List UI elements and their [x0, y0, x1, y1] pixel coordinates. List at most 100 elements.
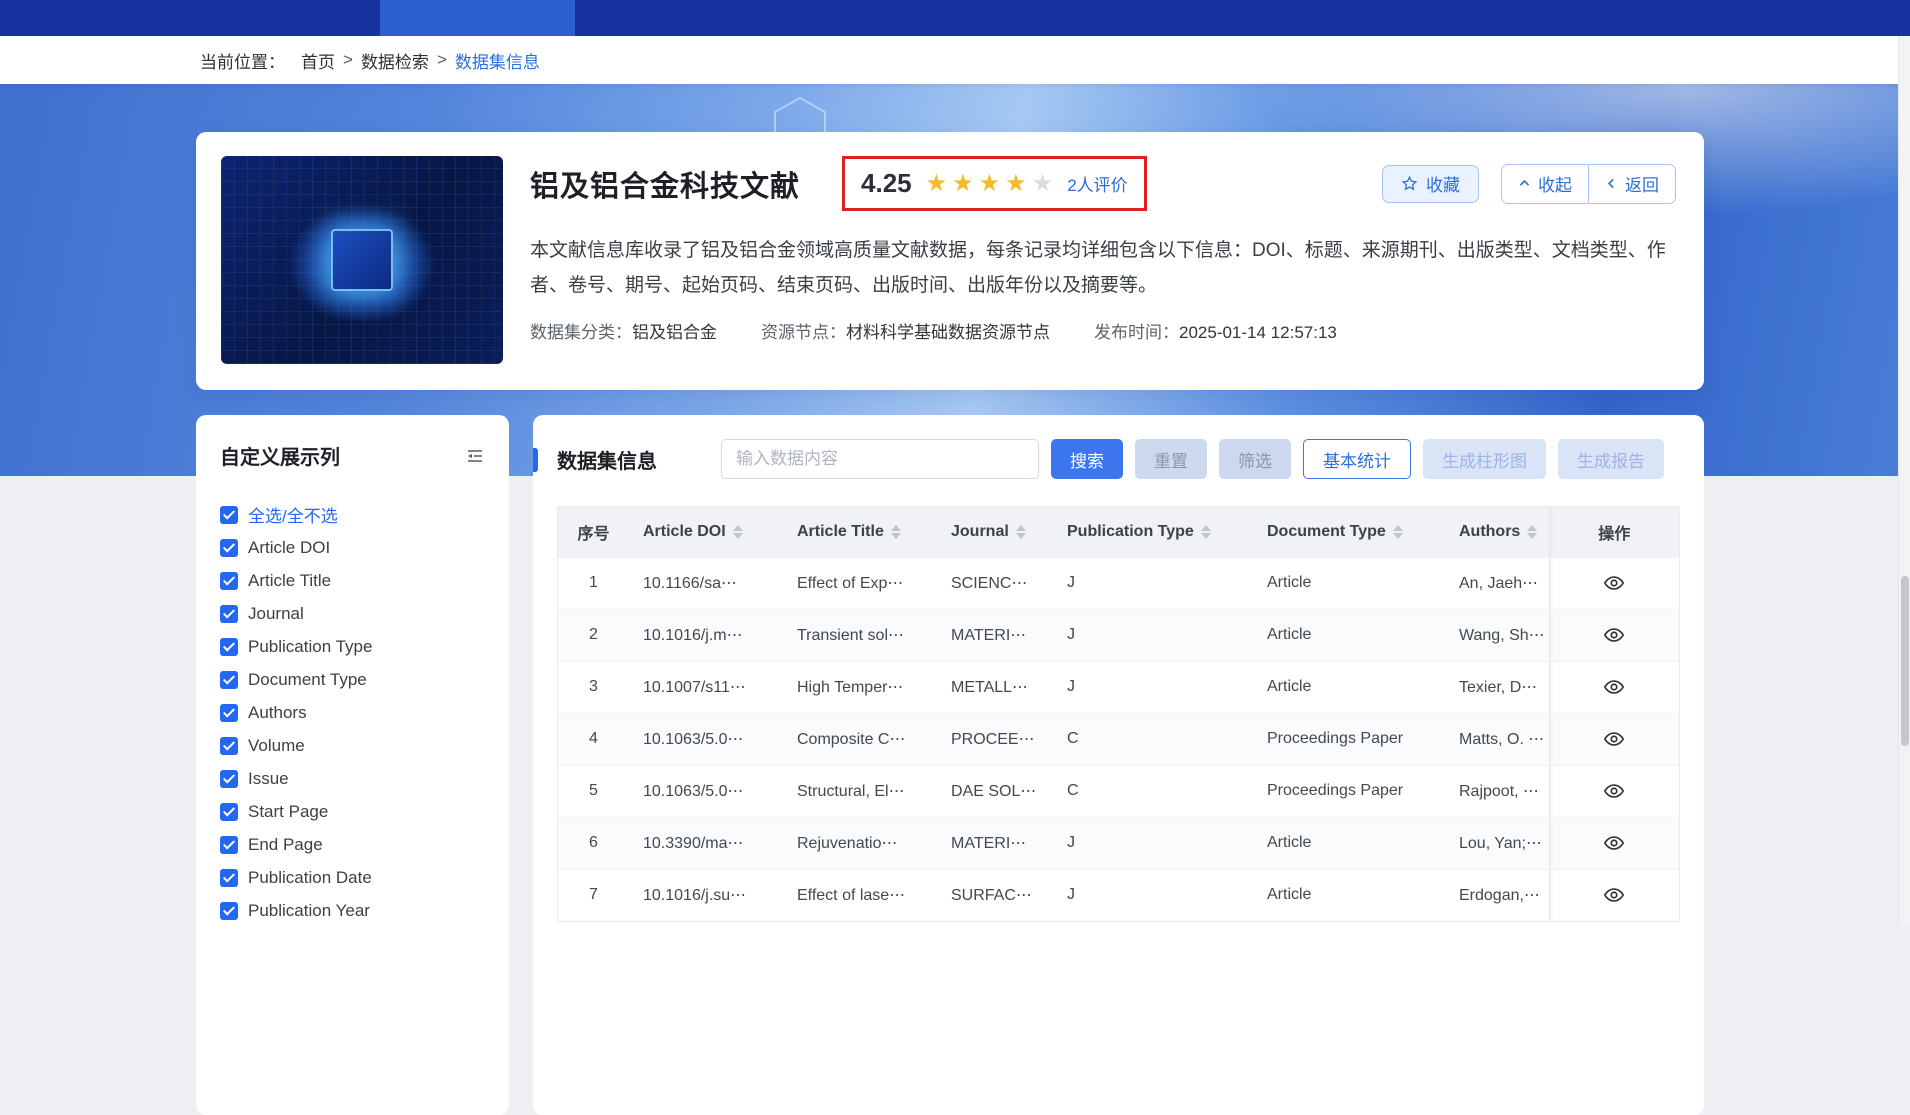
checkbox-checked-icon[interactable] — [220, 638, 238, 656]
cell-document-type: Article — [1253, 557, 1445, 609]
star-icon: ★ — [952, 172, 974, 196]
cell-index: 7 — [558, 869, 629, 921]
dataset-meta: 数据集分类：铝及铝合金 资源节点：材料科学基础数据资源节点 发布时间：2025-… — [530, 318, 1676, 343]
view-detail-button[interactable] — [1603, 572, 1625, 594]
cell-authors: Matts, O. ⋯ — [1445, 713, 1549, 765]
column-header-actions: 操作 — [1549, 507, 1679, 557]
cell-publication-type: C — [1053, 765, 1253, 817]
checkbox-checked-icon[interactable] — [220, 902, 238, 920]
collapse-back-group: 收起 返回 — [1501, 164, 1676, 204]
page-scrollbar-track[interactable] — [1898, 36, 1910, 923]
checkbox-row-volume[interactable]: Volume — [220, 729, 485, 762]
cell-authors: Erdogan,⋯ — [1445, 869, 1549, 921]
checkbox-row-journal[interactable]: Journal — [220, 597, 485, 630]
sort-icon[interactable] — [1527, 525, 1537, 539]
breadcrumb-data-search[interactable]: 数据检索 — [361, 48, 429, 73]
cell-publication-type: C — [1053, 713, 1253, 765]
basic-stats-button[interactable]: 基本统计 — [1303, 439, 1411, 479]
search-input[interactable] — [721, 439, 1039, 479]
checkbox-checked-icon[interactable] — [220, 869, 238, 887]
checkbox-label: Publication Year — [248, 901, 370, 921]
view-detail-button[interactable] — [1603, 624, 1625, 646]
view-detail-button[interactable] — [1603, 884, 1625, 906]
column-header-index: 序号 — [558, 507, 629, 557]
column-header-publication-type[interactable]: Publication Type — [1053, 507, 1253, 557]
chevron-left-icon — [1605, 177, 1618, 190]
checkbox-label: Issue — [248, 769, 289, 789]
top-nav-active-item[interactable] — [380, 0, 575, 36]
sort-icon[interactable] — [1016, 525, 1026, 539]
meta-publish-time-label: 发布时间： — [1094, 323, 1179, 342]
checkbox-row-start-page[interactable]: Start Page — [220, 795, 485, 828]
cell-document-type: Proceedings Paper — [1253, 765, 1445, 817]
view-detail-button[interactable] — [1603, 676, 1625, 698]
checkbox-label: Journal — [248, 604, 304, 624]
generate-bar-chart-button[interactable]: 生成柱形图 — [1423, 439, 1546, 479]
cell-actions — [1549, 817, 1679, 869]
sort-icon[interactable] — [891, 525, 901, 539]
view-detail-button[interactable] — [1603, 780, 1625, 802]
breadcrumb-home[interactable]: 首页 — [301, 48, 335, 73]
checkbox-row-document-type[interactable]: Document Type — [220, 663, 485, 696]
cell-article-title: Effect of Exp⋯ — [783, 557, 937, 609]
column-header-journal[interactable]: Journal — [937, 507, 1053, 557]
cell-actions — [1549, 609, 1679, 661]
cell-index: 1 — [558, 557, 629, 609]
checkbox-checked-icon[interactable] — [220, 737, 238, 755]
view-detail-button[interactable] — [1603, 728, 1625, 750]
cell-article-doi: 10.1016/j.m⋯ — [629, 609, 783, 661]
checkbox-row-end-page[interactable]: End Page — [220, 828, 485, 861]
filter-button[interactable]: 筛选 — [1219, 439, 1291, 479]
cell-article-doi: 10.1063/5.0⋯ — [629, 765, 783, 817]
dataset-info-title: 数据集信息 — [557, 445, 657, 474]
cell-journal: SCIENC⋯ — [937, 557, 1053, 609]
checkbox-row-article-title[interactable]: Article Title — [220, 564, 485, 597]
cell-journal: MATERI⋯ — [937, 817, 1053, 869]
sort-icon[interactable] — [1201, 525, 1211, 539]
reviews-link[interactable]: 2人评价 — [1067, 171, 1127, 196]
checkbox-checked-icon[interactable] — [220, 836, 238, 854]
checkbox-row-authors[interactable]: Authors — [220, 696, 485, 729]
checkbox-row-publication-type[interactable]: Publication Type — [220, 630, 485, 663]
favorite-button[interactable]: 收藏 — [1382, 165, 1479, 203]
checkbox-checked-icon[interactable] — [220, 572, 238, 590]
generate-report-button[interactable]: 生成报告 — [1558, 439, 1664, 479]
column-header-authors[interactable]: Authors — [1445, 507, 1549, 557]
checkbox-row-issue[interactable]: Issue — [220, 762, 485, 795]
column-header-article-doi[interactable]: Article DOI — [629, 507, 783, 557]
view-detail-button[interactable] — [1603, 832, 1625, 854]
cell-document-type: Article — [1253, 869, 1445, 921]
sort-icon[interactable] — [1393, 525, 1403, 539]
cell-document-type: Article — [1253, 609, 1445, 661]
checkbox-row-publication-date[interactable]: Publication Date — [220, 861, 485, 894]
checkbox-checked-icon[interactable] — [220, 803, 238, 821]
checkbox-row-select-all[interactable]: 全选/全不选 — [220, 498, 485, 531]
cell-publication-type: J — [1053, 557, 1253, 609]
checkbox-row-article-doi[interactable]: Article DOI — [220, 531, 485, 564]
checkbox-checked-icon[interactable] — [220, 704, 238, 722]
column-header-article-title[interactable]: Article Title — [783, 507, 937, 557]
cell-journal: SURFAC⋯ — [937, 869, 1053, 921]
back-button[interactable]: 返回 — [1588, 165, 1675, 203]
dataset-description: 本文献信息库收录了铝及铝合金领域高质量文献数据，每条记录均详细包含以下信息：DO… — [530, 233, 1676, 303]
checkbox-checked-icon[interactable] — [220, 770, 238, 788]
page-scrollbar-thumb[interactable] — [1901, 576, 1909, 746]
checkbox-checked-icon[interactable] — [220, 506, 238, 524]
cell-document-type: Proceedings Paper — [1253, 713, 1445, 765]
cell-authors: Texier, D⋯ — [1445, 661, 1549, 713]
reset-button[interactable]: 重置 — [1135, 439, 1207, 479]
checkbox-label: Article DOI — [248, 538, 330, 558]
checkbox-checked-icon[interactable] — [220, 605, 238, 623]
collapse-columns-icon[interactable] — [465, 446, 485, 466]
collapse-button[interactable]: 收起 — [1502, 165, 1588, 203]
dataset-detail-card: 铝及铝合金科技文献 4.25 ★ ★ ★ ★ ★ 2人评价 收藏 — [196, 132, 1704, 390]
search-button[interactable]: 搜索 — [1051, 439, 1123, 479]
sort-icon[interactable] — [733, 525, 743, 539]
checkbox-checked-icon[interactable] — [220, 539, 238, 557]
cell-publication-type: J — [1053, 869, 1253, 921]
rating-stars: ★ ★ ★ ★ ★ — [926, 172, 1054, 196]
checkbox-label: Volume — [248, 736, 305, 756]
checkbox-checked-icon[interactable] — [220, 671, 238, 689]
checkbox-row-publication-year[interactable]: Publication Year — [220, 894, 485, 927]
column-header-document-type[interactable]: Document Type — [1253, 507, 1445, 557]
